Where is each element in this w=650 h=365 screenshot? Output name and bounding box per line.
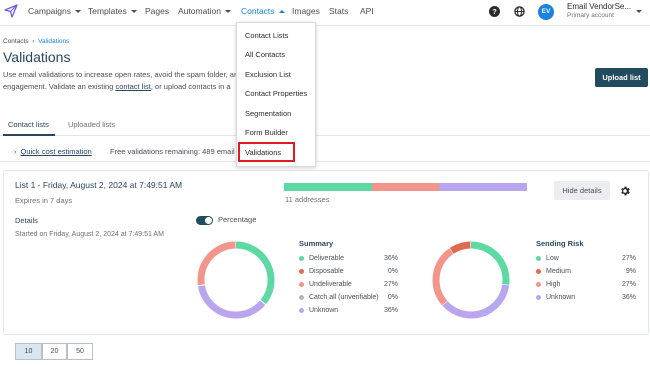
- summary-value-disposable: 0%: [387, 268, 398, 275]
- summary-value-catch-all: 0%: [387, 294, 398, 301]
- tab-active-indicator: [3, 134, 55, 136]
- nav-contacts[interactable]: Contacts: [241, 6, 285, 16]
- breadcrumb: Contacts › Validations: [3, 38, 69, 45]
- progress-bar-deliverable: [284, 183, 372, 191]
- summary-title: Summary: [299, 239, 334, 248]
- menu-item-contact-properties[interactable]: Contact Properties: [245, 89, 307, 98]
- hide-details-button[interactable]: Hide details: [554, 181, 610, 200]
- risk-value-unknown: 36%: [621, 294, 636, 301]
- page-title: Validations: [3, 49, 71, 65]
- top-navigation: Campaigns Templates Pages Automation Con…: [0, 0, 650, 24]
- chevron-down-icon: [75, 10, 81, 14]
- page-size-50[interactable]: 50: [67, 343, 93, 360]
- nav-pages[interactable]: Pages: [145, 6, 169, 16]
- risk-row-unknown: Unknown: [536, 294, 575, 301]
- avatar[interactable]: EV: [538, 4, 554, 20]
- svg-text:?: ?: [492, 7, 497, 16]
- risk-value-low: 27%: [621, 255, 636, 262]
- summary-value-deliverable: 36%: [383, 255, 398, 262]
- tabs-divider: [0, 135, 650, 136]
- account-name[interactable]: Email VendorSe...: [567, 2, 631, 11]
- nav-divider: [0, 25, 650, 26]
- quick-divider: [0, 161, 650, 162]
- nav-templates[interactable]: Templates: [88, 6, 137, 16]
- progress-bar-unknown: [439, 183, 527, 191]
- risk-row-high: High: [536, 281, 560, 288]
- summary-row-unknown: Unknown: [299, 307, 338, 314]
- started-text: Started on Friday, August 2, 2024 at 7:4…: [15, 231, 164, 238]
- menu-item-exclusion-list[interactable]: Exclusion List: [245, 70, 291, 79]
- risk-title: Sending Risk: [536, 239, 584, 248]
- nav-images[interactable]: Images: [292, 6, 320, 16]
- page-description: Use email validations to increase open r…: [3, 70, 239, 91]
- details-label: Details: [15, 216, 38, 225]
- paper-plane-icon[interactable]: [4, 4, 18, 18]
- breadcrumb-separator-icon: ›: [30, 38, 39, 45]
- nav-stats[interactable]: Stats: [329, 6, 348, 16]
- summary-donut-chart: [197, 241, 275, 319]
- summary-value-undeliverable: 27%: [383, 281, 398, 288]
- nav-api[interactable]: API: [360, 6, 374, 16]
- risk-value-medium: 9%: [625, 268, 636, 275]
- help-circle-icon[interactable]: ?: [489, 6, 500, 17]
- menu-item-form-builder[interactable]: Form Builder: [245, 128, 288, 137]
- nav-automation[interactable]: Automation: [178, 6, 231, 16]
- breadcrumb-validations[interactable]: Validations: [38, 38, 69, 45]
- menu-item-contact-lists[interactable]: Contact Lists: [245, 31, 288, 40]
- summary-row-disposable: Disposable: [299, 268, 344, 275]
- gear-icon[interactable]: [619, 185, 631, 197]
- menu-item-all-contacts[interactable]: All Contacts: [245, 50, 285, 59]
- page-size-10[interactable]: 10: [15, 343, 42, 360]
- chevron-down-icon: [225, 10, 231, 14]
- expires-text: Expires in 7 days: [15, 196, 73, 205]
- contact-list-link[interactable]: contact list: [115, 82, 150, 91]
- tab-uploaded-lists[interactable]: Uploaded lists: [68, 120, 115, 129]
- risk-value-high: 27%: [621, 281, 636, 288]
- upload-list-button[interactable]: Upload list: [595, 68, 648, 87]
- free-validations-text: Free validations remaining: 489 email: [110, 147, 235, 156]
- quick-cost-estimation[interactable]: › Quick cost estimation: [14, 147, 92, 156]
- nav-campaigns[interactable]: Campaigns: [28, 6, 81, 16]
- chevron-down-icon: [130, 10, 137, 14]
- toggle-knob: [205, 217, 212, 224]
- account-role: Primary account: [567, 12, 614, 19]
- chevron-right-icon: ›: [14, 147, 17, 156]
- risk-row-low: Low: [536, 255, 559, 262]
- account-chevron-down-icon[interactable]: [636, 10, 642, 13]
- list-title: List 1 - Friday, August 2, 2024 at 7:49:…: [15, 180, 183, 190]
- summary-row-catch-all: Catch all (unverifiable): [299, 294, 379, 301]
- risk-row-medium: Medium: [536, 268, 571, 275]
- validations-highlight-box: [238, 142, 295, 162]
- globe-icon[interactable]: [514, 6, 525, 17]
- sending-risk-donut-chart: [432, 241, 510, 319]
- address-count: 11 addresses: [285, 195, 330, 204]
- page-size-20[interactable]: 20: [42, 343, 67, 360]
- menu-item-segmentation[interactable]: Segmentation: [245, 109, 291, 118]
- tab-contact-lists[interactable]: Contact lists: [8, 120, 49, 129]
- breadcrumb-contacts[interactable]: Contacts: [3, 38, 29, 45]
- summary-row-deliverable: Deliverable: [299, 255, 344, 262]
- progress-bar-undeliverable: [372, 183, 439, 191]
- summary-value-unknown: 36%: [383, 307, 398, 314]
- percentage-toggle[interactable]: [196, 216, 213, 225]
- summary-row-undeliverable: Undeliverable: [299, 281, 352, 288]
- percentage-label: Percentage: [218, 215, 257, 224]
- chevron-up-icon: [278, 10, 285, 14]
